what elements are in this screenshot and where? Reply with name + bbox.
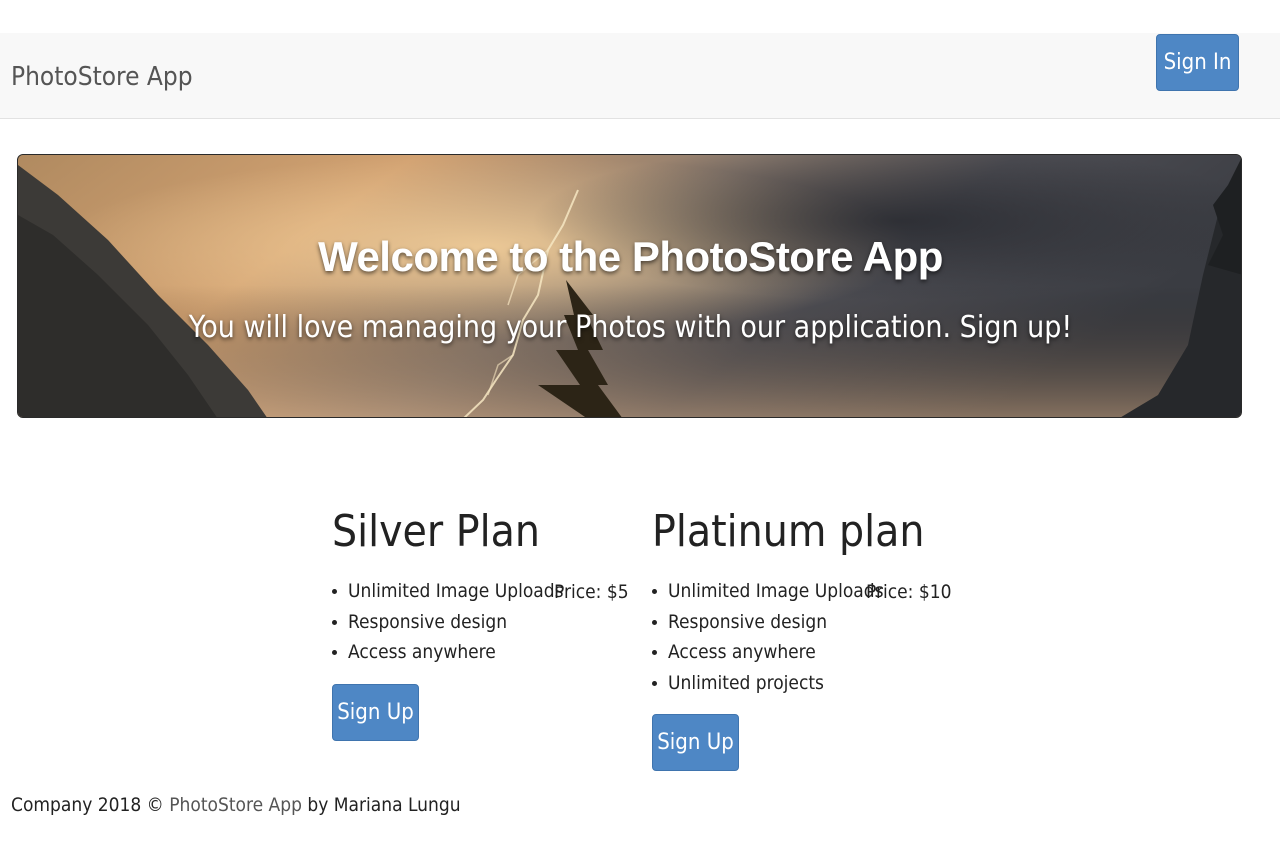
navbar: PhotoStore App Sign In [0,33,1280,119]
footer-suffix: by Mariana Lungu [307,794,461,816]
list-item: Access anywhere [652,637,952,668]
silver-sign-up-button[interactable]: Sign Up [332,684,419,741]
list-item: Unlimited projects [652,668,952,699]
footer-prefix: Company 2018 © [11,794,164,816]
plan-silver: Silver Plan Unlimited Image Uploads Resp… [332,502,632,741]
plan-price: Price: $5 [554,581,629,603]
hero-subtitle: You will love managing your Photos with … [188,310,1073,345]
platinum-sign-up-button[interactable]: Sign Up [652,714,739,771]
sign-in-button[interactable]: Sign In [1156,34,1239,91]
list-item: Access anywhere [332,637,632,668]
plan-price: Price: $10 [866,581,952,603]
plan-title: Platinum plan [652,506,925,557]
hero-title: Welcome to the PhotoStore App [318,233,943,280]
hero-banner: Welcome to the PhotoStore App You will l… [17,154,1242,418]
brand-link[interactable]: PhotoStore App [11,60,193,94]
list-item: Responsive design [652,607,952,638]
list-item: Responsive design [332,607,632,638]
footer: Company 2018 © PhotoStore App by Mariana… [11,792,461,818]
footer-brand-link[interactable]: PhotoStore App [169,794,302,816]
plan-platinum: Platinum plan Unlimited Image Uploads Re… [652,502,952,771]
plan-title: Silver Plan [332,506,540,557]
hero-background-image [18,155,1241,417]
